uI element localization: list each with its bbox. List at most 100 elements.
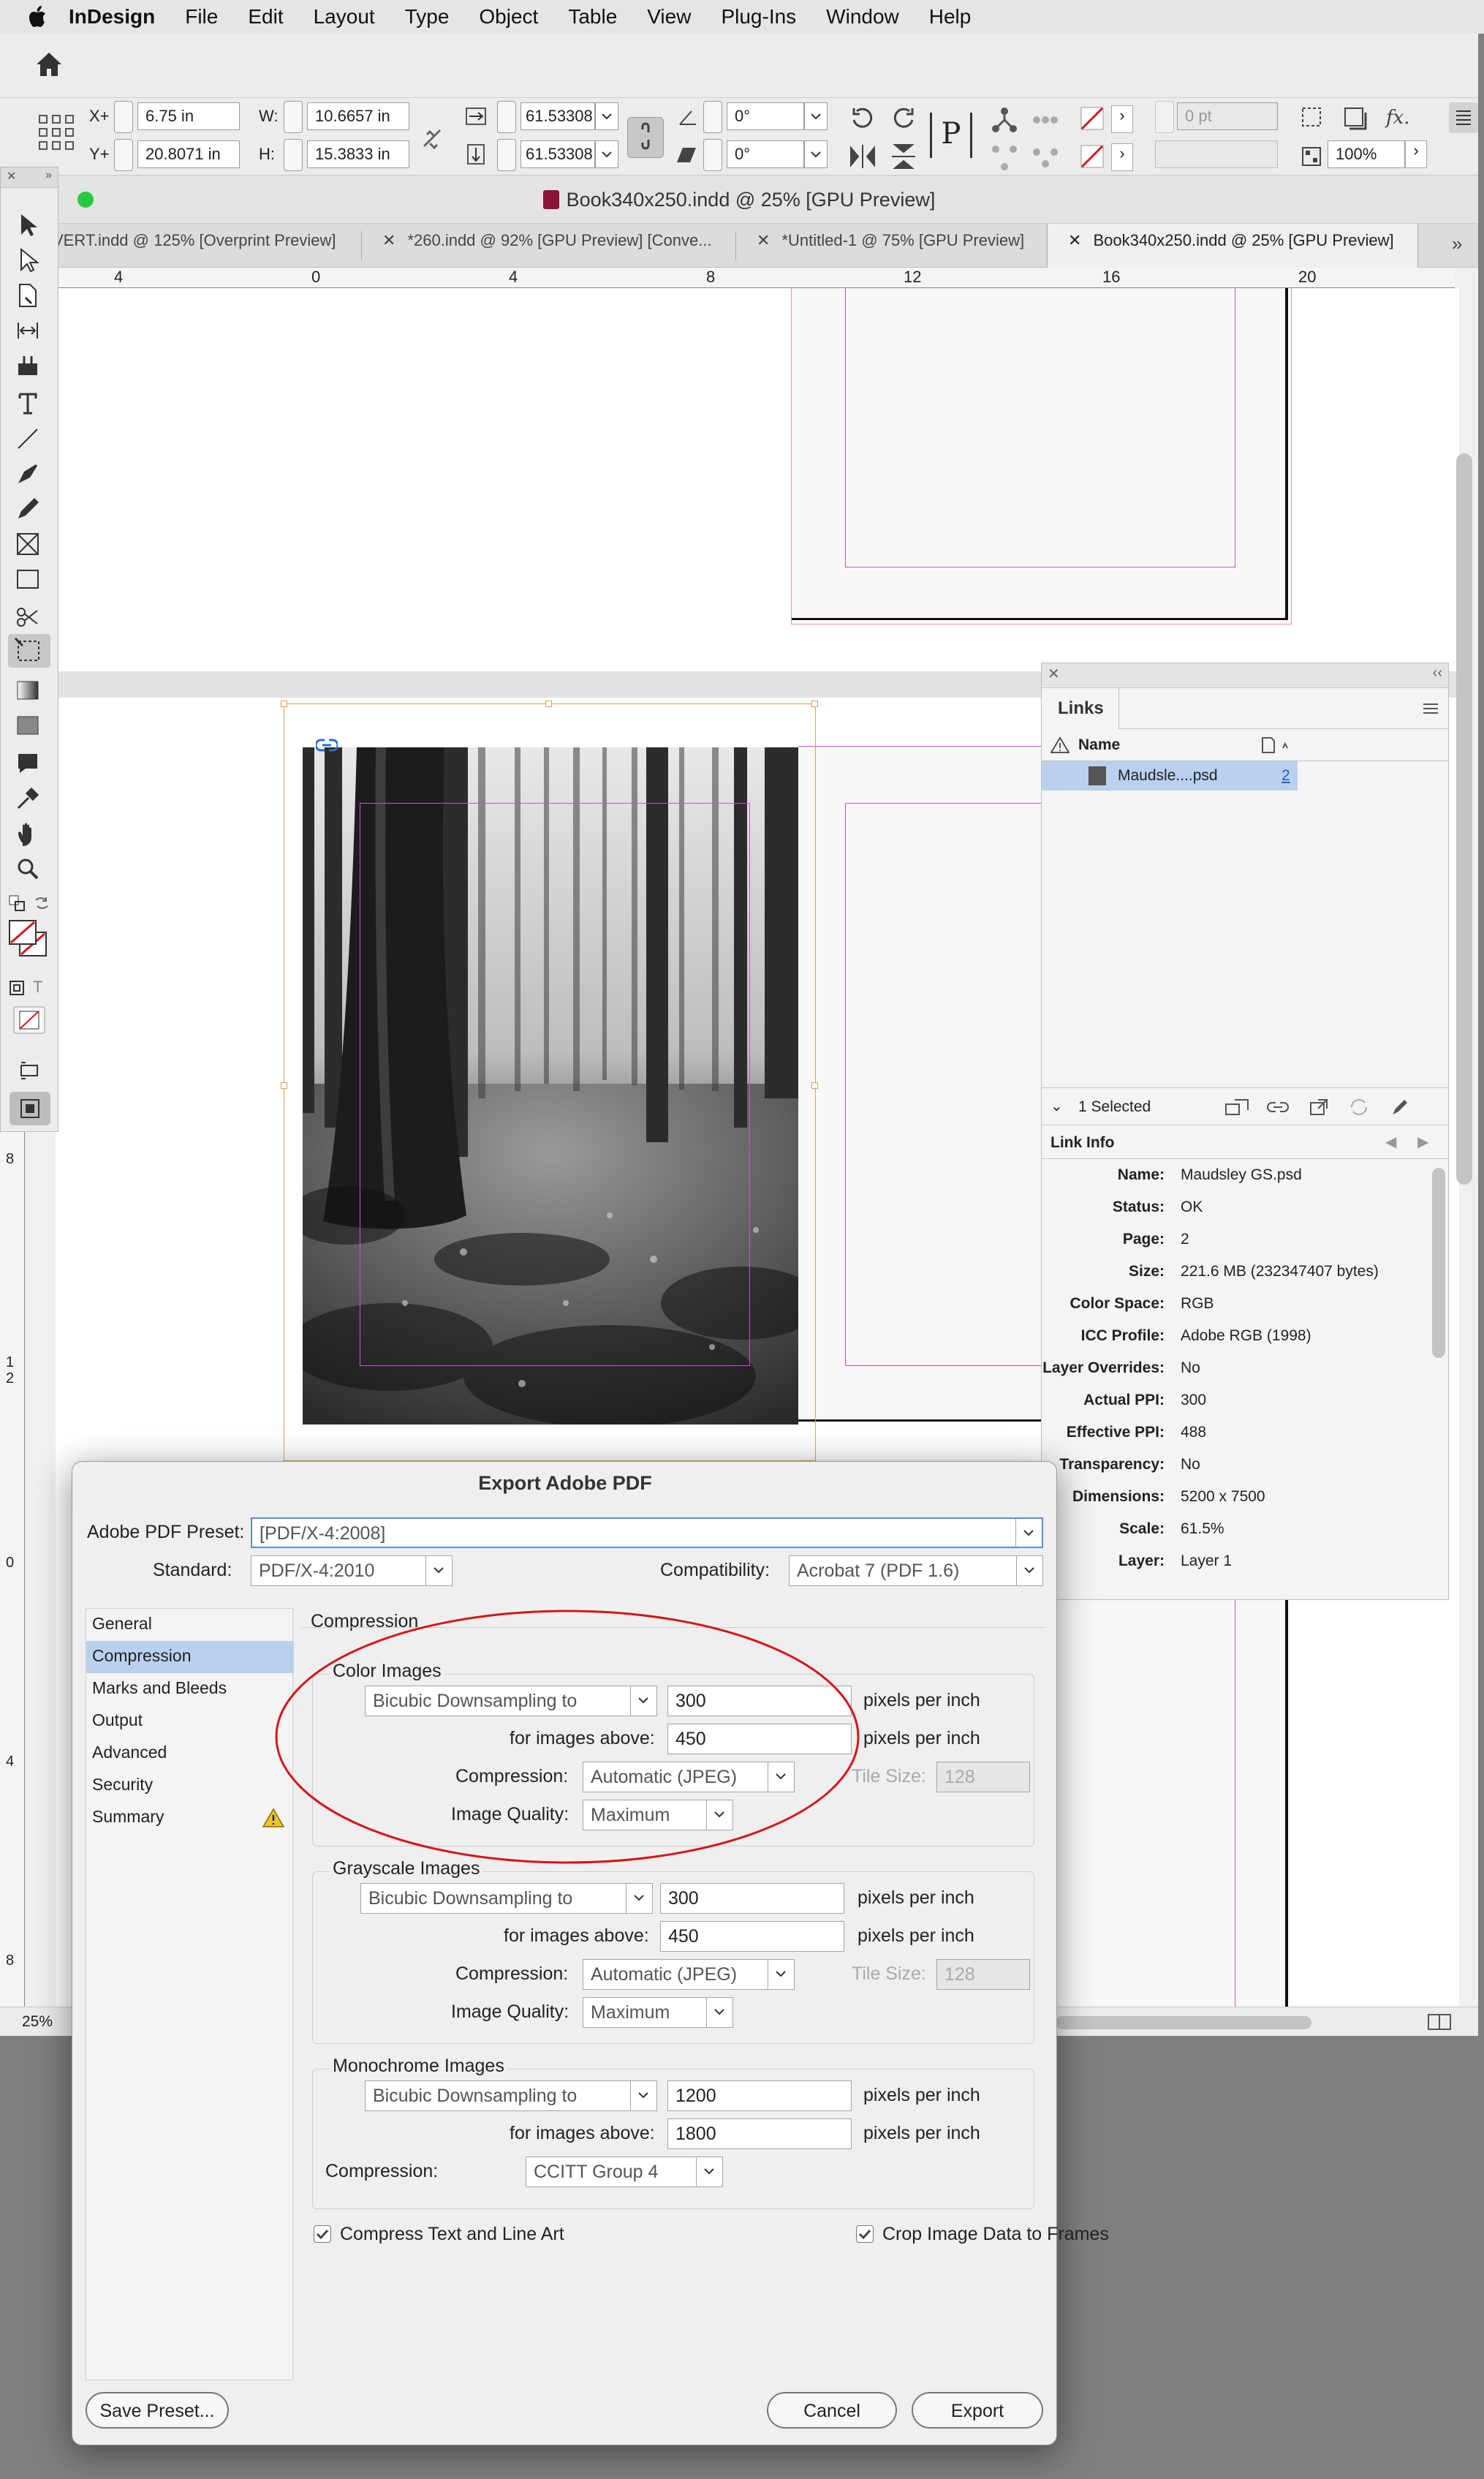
screen-mode-icon[interactable] <box>17 1058 42 1083</box>
monochrome-sampling-dropdown[interactable]: Bicubic Downsampling to <box>365 2080 657 2111</box>
doc-tab-active[interactable]: ✕ Book340x250.indd @ 25% [GPU Preview] <box>1047 224 1418 268</box>
fill-none-icon[interactable] <box>1080 107 1104 130</box>
menu-table[interactable]: Table <box>568 5 617 29</box>
menu-type[interactable]: Type <box>405 5 450 29</box>
nav-compression[interactable]: Compression <box>86 1641 294 1673</box>
constrain-proportions-icon[interactable] <box>418 124 446 152</box>
grayscale-above-input[interactable]: 450 <box>660 1921 844 1952</box>
close-icon[interactable]: ✕ <box>7 170 16 183</box>
standard-dropdown[interactable]: PDF/X-4:2010 <box>251 1555 453 1586</box>
stroke-none-icon[interactable] <box>1080 145 1104 168</box>
reference-point-icon[interactable] <box>38 114 75 151</box>
pen-tool-icon[interactable] <box>15 461 40 486</box>
w-stepper[interactable] <box>284 101 303 133</box>
note-tool-icon[interactable] <box>15 751 40 776</box>
panel-menu-icon[interactable] <box>1422 701 1439 716</box>
page-tool-icon[interactable] <box>15 283 40 308</box>
shear-stepper[interactable] <box>703 139 722 171</box>
rectangle-frame-tool-icon[interactable] <box>15 532 40 556</box>
stroke-weight-stepper[interactable] <box>1155 101 1174 133</box>
go-to-link-icon[interactable] <box>1308 1098 1330 1116</box>
close-icon[interactable]: ✕ <box>1048 665 1060 683</box>
view-mode-button[interactable] <box>10 1092 50 1125</box>
menu-view[interactable]: View <box>647 5 691 29</box>
w-field[interactable]: 10.6657 in <box>307 102 409 130</box>
panel-menu-button[interactable] <box>1449 102 1478 133</box>
shear-dropdown[interactable] <box>804 140 828 168</box>
formatting-container-icon[interactable] <box>8 979 26 997</box>
collapse-icon[interactable]: ‹‹ <box>1433 665 1442 682</box>
nav-general[interactable]: General <box>86 1609 294 1641</box>
export-button[interactable]: Export <box>912 2392 1043 2429</box>
close-icon[interactable]: ✕ <box>382 231 395 249</box>
selection-handle[interactable] <box>545 701 552 707</box>
text-frame-icon[interactable]: P <box>930 113 972 158</box>
flip-horizontal-icon[interactable] <box>848 142 877 171</box>
monochrome-compression-dropdown[interactable]: CCITT Group 4 <box>526 2157 723 2187</box>
scale-y-dropdown[interactable] <box>595 140 618 168</box>
next-link-icon[interactable]: ▶ <box>1417 1133 1428 1151</box>
crop-images-checkbox[interactable] <box>856 2225 874 2243</box>
link-page-number[interactable]: 2 <box>1282 767 1290 785</box>
frame-fitting-icon[interactable] <box>1344 107 1368 132</box>
nav-output[interactable]: Output <box>86 1705 294 1737</box>
y-field[interactable]: 20.8071 in <box>137 140 240 168</box>
close-icon[interactable]: ✕ <box>1068 231 1081 249</box>
edit-original-icon[interactable] <box>1390 1098 1410 1116</box>
rotate-cw-icon[interactable] <box>848 104 877 133</box>
rectangle-tool-icon[interactable] <box>15 567 40 592</box>
stroke-weight-field[interactable]: 0 pt <box>1177 102 1278 130</box>
free-transform-tool[interactable] <box>8 634 50 668</box>
more-tabs-icon[interactable]: » <box>1452 233 1462 255</box>
direct-selection-tool-icon[interactable] <box>15 248 40 273</box>
line-tool-icon[interactable] <box>15 426 40 451</box>
update-link-icon[interactable] <box>1349 1098 1369 1116</box>
apply-none-icon[interactable] <box>11 1004 48 1036</box>
scissors-tool-icon[interactable] <box>15 605 40 630</box>
compress-text-label[interactable]: Compress Text and Line Art <box>340 2224 564 2245</box>
grayscale-ppi-input[interactable]: 300 <box>660 1883 844 1914</box>
compress-text-checkbox[interactable] <box>314 2225 331 2243</box>
grayscale-tile-input[interactable]: 128 <box>936 1959 1030 1990</box>
name-column-header[interactable]: Name <box>1078 736 1120 754</box>
menu-object[interactable]: Object <box>479 5 538 29</box>
constrain-scale-button[interactable] <box>627 117 664 158</box>
selection-handle[interactable] <box>281 701 287 707</box>
grayscale-compression-dropdown[interactable]: Automatic (JPEG) <box>583 1959 795 1990</box>
menu-layout[interactable]: Layout <box>314 5 375 29</box>
page-column-icon[interactable] <box>1261 736 1290 754</box>
menu-window[interactable]: Window <box>826 5 899 29</box>
link-info-scrollbar[interactable] <box>1432 1168 1445 1358</box>
menu-app-name[interactable]: InDesign <box>69 5 155 29</box>
swap-fill-stroke-icon[interactable] <box>33 894 50 912</box>
link-row-selected[interactable]: Maudsle....psd 2 <box>1042 761 1298 791</box>
preset-dropdown[interactable]: [PDF/X-4:2008] <box>251 1517 1043 1548</box>
rotate-dropdown[interactable] <box>804 102 828 130</box>
scale-x-dropdown[interactable] <box>595 102 618 130</box>
tools-panel-header[interactable]: ✕» <box>1 167 58 188</box>
zoom-level[interactable]: 25% <box>22 2013 53 2031</box>
link-info-header[interactable]: Link Info ◀ ▶ <box>1042 1125 1448 1159</box>
formatting-text-icon[interactable]: T <box>33 978 42 997</box>
gap-tool-icon[interactable] <box>15 318 40 343</box>
scale-y-stepper[interactable] <box>497 139 516 171</box>
x-field[interactable]: 6.75 in <box>137 102 240 130</box>
selection-handle[interactable] <box>811 701 818 707</box>
apple-icon[interactable] <box>28 6 47 28</box>
zoom-tool-icon[interactable] <box>15 856 40 881</box>
scale-y-field[interactable]: 61.53308 <box>520 140 595 168</box>
select-next-object-icon[interactable] <box>1031 105 1060 135</box>
rotate-field[interactable]: 0° <box>727 102 804 130</box>
nav-advanced[interactable]: Advanced <box>86 1737 294 1770</box>
collapse-icon[interactable]: » <box>45 169 52 182</box>
relink-icon[interactable] <box>1267 1098 1289 1116</box>
gradient-feather-tool-icon[interactable] <box>15 713 40 738</box>
shear-field[interactable]: 0° <box>727 140 804 168</box>
opacity-field[interactable]: 100% <box>1328 140 1405 168</box>
menu-file[interactable]: File <box>185 5 218 29</box>
selection-handle[interactable] <box>811 1082 818 1089</box>
effects-icon[interactable]: fx. <box>1386 107 1410 129</box>
grayscale-sampling-dropdown[interactable]: Bicubic Downsampling to <box>360 1883 653 1914</box>
fill-menu-button[interactable]: › <box>1111 105 1133 133</box>
x-stepper[interactable] <box>114 101 133 133</box>
